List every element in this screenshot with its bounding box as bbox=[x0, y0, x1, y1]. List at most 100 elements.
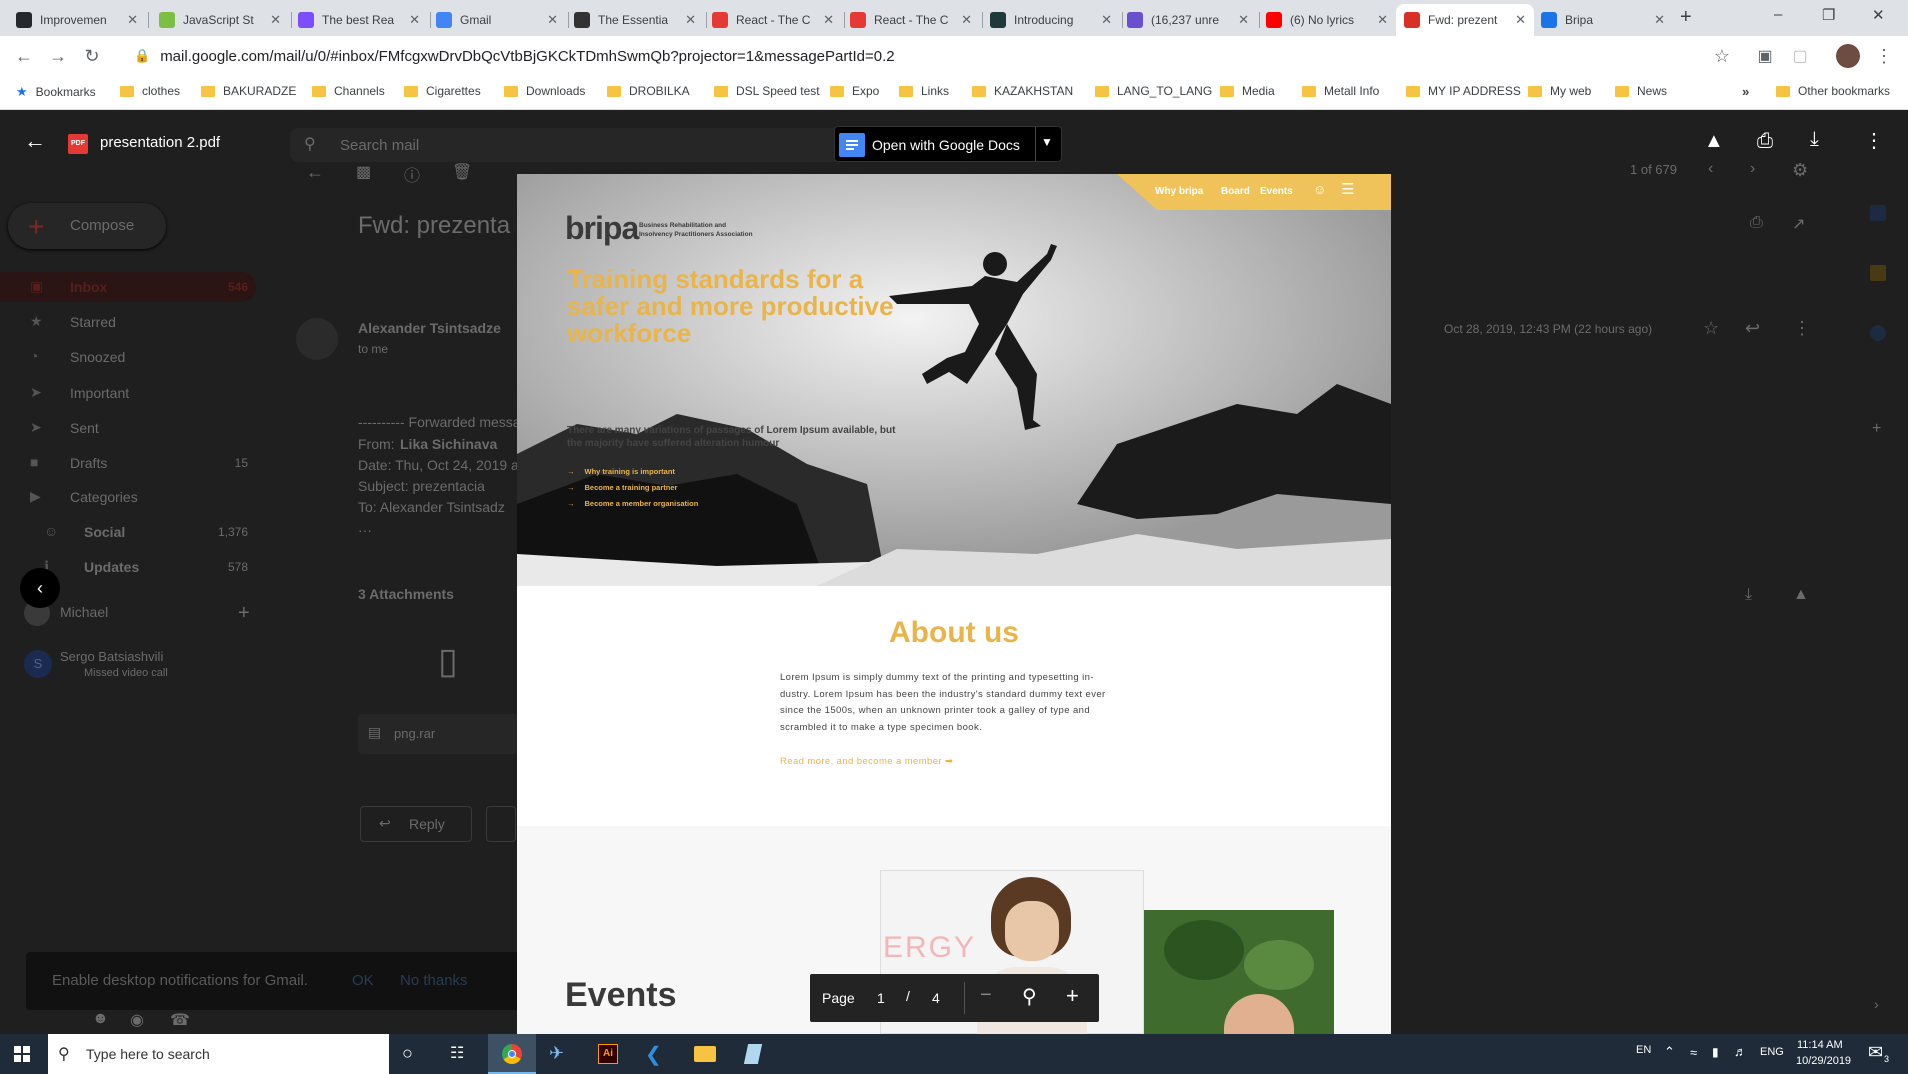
to-me-label[interactable]: to me bbox=[358, 342, 388, 356]
profile-avatar[interactable] bbox=[1836, 44, 1860, 68]
screenshot-extension-icon[interactable]: ▣ bbox=[1753, 44, 1777, 68]
notification-no-thanks-button[interactable]: No thanks bbox=[400, 972, 468, 989]
restore-icon[interactable]: ❐ bbox=[1822, 6, 1835, 24]
close-viewer-back-icon[interactable]: ← bbox=[24, 128, 46, 154]
minimize-icon[interactable]: – bbox=[1774, 6, 1782, 23]
bookmark-item[interactable]: Channels bbox=[312, 84, 385, 98]
browser-tab[interactable]: Fwd: prezent ✕ bbox=[1396, 4, 1534, 36]
more-options-icon[interactable]: ⋮ bbox=[1793, 318, 1811, 339]
tab-close-icon[interactable]: ✕ bbox=[547, 12, 558, 28]
contacts-icon[interactable]: ☻ bbox=[92, 1010, 109, 1028]
download-icon[interactable]: ⤓ bbox=[1810, 128, 1819, 151]
tab-close-icon[interactable]: ✕ bbox=[1377, 12, 1388, 28]
tab-close-icon[interactable]: ✕ bbox=[1515, 12, 1526, 28]
nav-item-inbox[interactable]: ▣ Inbox 546 bbox=[0, 272, 256, 302]
browser-tab[interactable]: Improvemen ✕ bbox=[8, 4, 146, 36]
bookmark-item[interactable]: DROBILKA bbox=[607, 84, 690, 98]
more-bookmarks-icon[interactable]: » bbox=[1742, 84, 1749, 99]
nav-item-social[interactable]: ☺ Social 1,376 bbox=[0, 517, 256, 547]
file-explorer-icon[interactable] bbox=[694, 1046, 716, 1062]
windows-start-icon[interactable] bbox=[14, 1046, 30, 1062]
back-icon[interactable]: ← bbox=[12, 44, 36, 68]
tab-close-icon[interactable]: ✕ bbox=[1238, 12, 1249, 28]
bookmark-item[interactable]: Downloads bbox=[504, 84, 585, 98]
notepad-app-icon[interactable] bbox=[743, 1044, 763, 1064]
browser-tab[interactable]: React - The C ✕ bbox=[704, 4, 842, 36]
hangouts-icon[interactable]: ◉ bbox=[130, 1010, 144, 1030]
input-lang-indicator[interactable]: EN bbox=[1636, 1044, 1651, 1056]
compose-button[interactable]: + Compose bbox=[8, 203, 166, 249]
browser-tab[interactable]: React - The C ✕ bbox=[842, 4, 980, 36]
open-with-google-docs-button[interactable]: Open with Google Docs ▼ bbox=[834, 126, 1062, 162]
new-tab-icon[interactable]: + bbox=[1680, 6, 1692, 29]
nav-link-why-bripa[interactable]: Why bripa bbox=[1155, 186, 1203, 197]
keyboard-lang-indicator[interactable]: ENG bbox=[1760, 1046, 1784, 1058]
tab-close-icon[interactable]: ✕ bbox=[409, 12, 420, 28]
tab-close-icon[interactable]: ✕ bbox=[1654, 12, 1665, 28]
taskbar-chrome-app[interactable] bbox=[488, 1034, 536, 1074]
show-trimmed-icon[interactable]: ··· bbox=[358, 522, 372, 538]
print-all-icon[interactable]: ⎙ bbox=[1750, 214, 1763, 232]
bookmark-item[interactable]: Expo bbox=[830, 84, 879, 98]
tasks-icon[interactable] bbox=[1870, 325, 1886, 341]
browser-tab[interactable]: Bripa ✕ bbox=[1533, 4, 1673, 36]
sender-name[interactable]: Alexander Tsintsadze bbox=[358, 320, 501, 336]
tab-close-icon[interactable]: ✕ bbox=[270, 12, 281, 28]
nav-item-categories[interactable]: ▶ Categories bbox=[0, 482, 256, 512]
new-window-icon[interactable]: ↗ bbox=[1792, 214, 1805, 234]
bookmark-item[interactable]: LANG_TO_LANG bbox=[1095, 84, 1212, 98]
close-window-icon[interactable]: ✕ bbox=[1872, 6, 1885, 24]
star-icon[interactable]: ☆ bbox=[1703, 318, 1719, 339]
tab-close-icon[interactable]: ✕ bbox=[127, 12, 138, 28]
print-icon[interactable]: ⎙ bbox=[1757, 130, 1773, 153]
task-view-icon[interactable]: ☷ bbox=[450, 1043, 464, 1063]
phone-icon[interactable]: ☎ bbox=[170, 1010, 190, 1030]
calendar-icon[interactable] bbox=[1870, 205, 1886, 221]
battery-icon[interactable]: ▮ bbox=[1712, 1045, 1719, 1059]
zoom-in-icon[interactable]: + bbox=[1066, 983, 1079, 1009]
bookmark-item[interactable]: Media bbox=[1220, 84, 1275, 98]
zoom-out-icon[interactable]: − bbox=[980, 984, 992, 1007]
illustrator-icon[interactable]: Ai bbox=[598, 1044, 618, 1064]
taskbar-app-plane-icon[interactable]: ✈ bbox=[549, 1043, 564, 1064]
browser-tab[interactable]: The best Rea ✕ bbox=[290, 4, 428, 36]
forward-icon[interactable]: → bbox=[46, 44, 70, 68]
browser-tab[interactable]: The Essentia ✕ bbox=[566, 4, 704, 36]
nav-item-drafts[interactable]: ■ Drafts 15 bbox=[0, 448, 256, 478]
save-to-drive-icon[interactable]: ▲ bbox=[1793, 586, 1809, 604]
sender-avatar[interactable] bbox=[296, 318, 338, 360]
hero-link-2[interactable]: → Become a training partner bbox=[567, 480, 698, 496]
tab-close-icon[interactable]: ✕ bbox=[685, 12, 696, 28]
user-account-icon[interactable]: ☺ bbox=[1313, 182, 1326, 197]
tab-close-icon[interactable]: ✕ bbox=[823, 12, 834, 28]
download-all-icon[interactable]: ⤓ bbox=[1745, 586, 1752, 604]
other-bookmarks[interactable]: Other bookmarks bbox=[1776, 84, 1890, 98]
browser-tab[interactable]: (16,237 unre ✕ bbox=[1119, 4, 1257, 36]
open-with-dropdown-icon[interactable]: ▼ bbox=[1041, 135, 1053, 149]
browser-tab[interactable]: Introducing ✕ bbox=[982, 4, 1120, 36]
bookmark-item[interactable]: DSL Speed test bbox=[714, 84, 820, 98]
reply-button[interactable]: ↩ Reply bbox=[360, 806, 472, 842]
forward-button[interactable] bbox=[486, 806, 516, 842]
viewer-more-icon[interactable]: ⋮ bbox=[1864, 128, 1884, 153]
bookmark-item[interactable]: clothes bbox=[120, 84, 180, 98]
bookmark-item[interactable]: BAKURADZE bbox=[201, 84, 296, 98]
chat-contact-name[interactable]: Sergo Batsiashvili bbox=[60, 649, 163, 664]
taskbar-search-box[interactable]: ⚲ Type here to search bbox=[48, 1034, 389, 1074]
bookmark-item[interactable]: ★ Bookmarks bbox=[16, 84, 96, 100]
volume-icon[interactable]: ♬ bbox=[1734, 1044, 1747, 1059]
add-chat-icon[interactable]: + bbox=[238, 602, 250, 625]
zoom-reset-icon[interactable]: ⚲ bbox=[1022, 984, 1037, 1009]
browser-tab[interactable]: (6) No lyrics ✕ bbox=[1258, 4, 1396, 36]
browser-menu-icon[interactable]: ⋮ bbox=[1872, 44, 1896, 68]
star-bookmark-icon[interactable]: ☆ bbox=[1710, 44, 1734, 68]
action-center-icon[interactable]: ✉ bbox=[1868, 1042, 1883, 1063]
vscode-icon[interactable]: ❮ bbox=[645, 1042, 662, 1067]
bookmark-item[interactable]: My web bbox=[1528, 84, 1591, 98]
tab-close-icon[interactable]: ✕ bbox=[961, 12, 972, 28]
wifi-icon[interactable]: ≈ bbox=[1690, 1045, 1697, 1060]
browser-tab[interactable]: Gmail ✕ bbox=[428, 4, 566, 36]
nav-link-board[interactable]: Board bbox=[1221, 186, 1250, 197]
attachment-chip[interactable]: ▤ png.rar bbox=[358, 714, 518, 754]
cortana-icon[interactable]: ○ bbox=[402, 1043, 413, 1064]
